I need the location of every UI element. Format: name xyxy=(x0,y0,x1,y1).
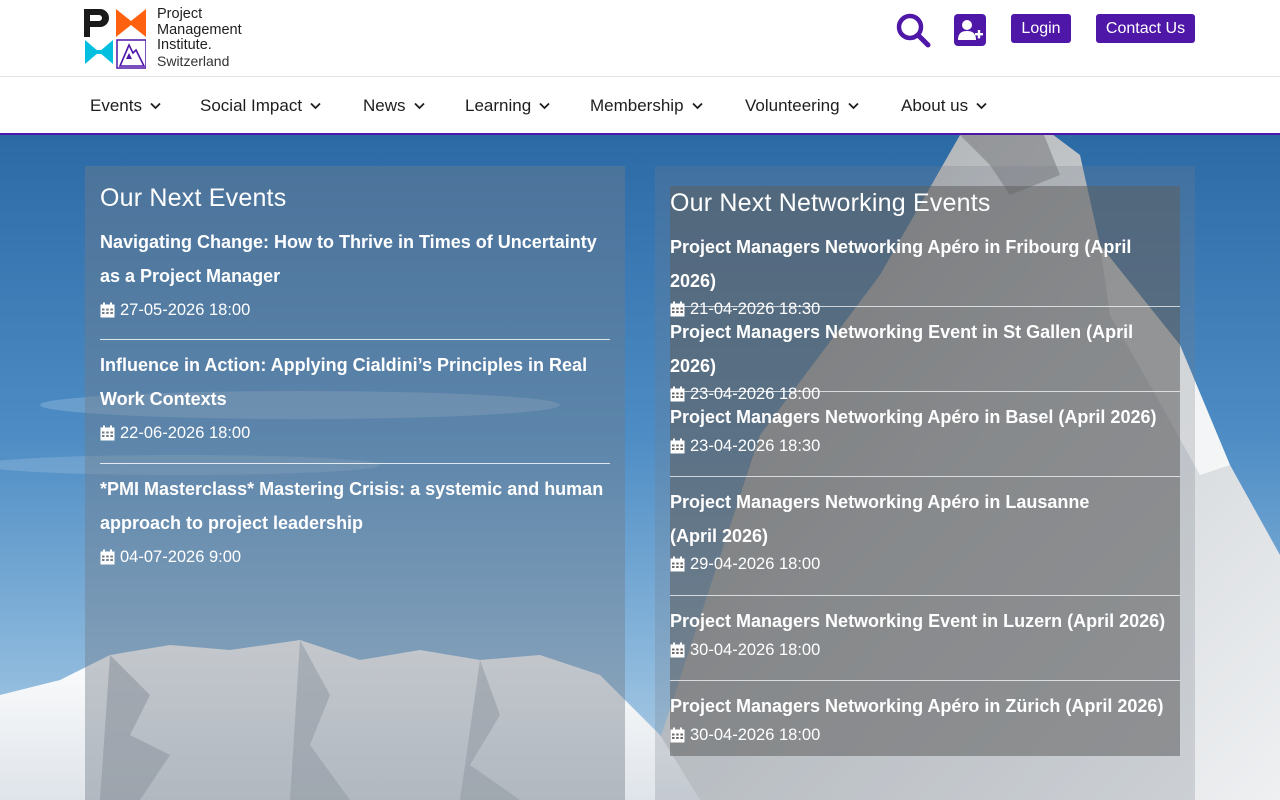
event-date: 27-05-2026 18:00 xyxy=(100,299,610,321)
main-navigation: Events Social Impact News Learning Membe… xyxy=(0,77,1280,135)
calendar-icon xyxy=(670,301,685,317)
pmi-logo-icon xyxy=(84,9,146,69)
chevron-down-icon xyxy=(976,102,987,110)
divider xyxy=(100,339,610,340)
calendar-icon xyxy=(670,727,685,742)
nav-item-volunteering[interactable]: Volunteering xyxy=(745,95,859,117)
event-title-link[interactable]: Influence in Action: Applying Cialdini’s… xyxy=(100,349,610,416)
calendar-icon xyxy=(100,425,115,441)
nav-item-social-impact[interactable]: Social Impact xyxy=(200,95,321,117)
networking-event-title-link[interactable]: Project Managers Networking Apéro in Bas… xyxy=(670,401,1180,435)
divider xyxy=(670,680,1180,681)
divider xyxy=(670,391,1180,392)
divider xyxy=(670,476,1180,477)
networking-event-title-link[interactable]: Project Managers Networking Apéro in Fri… xyxy=(670,231,1180,298)
event-date-text: 27-05-2026 18:00 xyxy=(120,301,251,319)
event-date: 29-04-2026 18:00 xyxy=(670,553,1180,575)
next-events-title: Our Next Events xyxy=(100,184,287,212)
nav-item-label: Membership xyxy=(590,96,684,115)
event-date-text: 23-04-2026 18:30 xyxy=(690,436,821,455)
event-date-text: 30-04-2026 18:00 xyxy=(690,640,821,659)
calendar-icon xyxy=(670,556,685,572)
networking-event-item: Project Managers Networking Apéro in Bas… xyxy=(670,401,1180,457)
networking-event-title-link[interactable]: Project Managers Networking Apéro in Zür… xyxy=(670,690,1180,724)
user-plus-icon xyxy=(958,20,983,40)
event-title-link[interactable]: Navigating Change: How to Thrive in Time… xyxy=(100,226,610,293)
event-date-text: 22-06-2026 18:00 xyxy=(120,424,251,442)
networking-event-item: Project Managers Networking Apéro in Zür… xyxy=(670,690,1180,746)
event-date: 04-07-2026 9:00 xyxy=(100,546,610,568)
networking-event-title-link[interactable]: Project Managers Networking Event in Luz… xyxy=(670,605,1180,639)
divider xyxy=(100,463,610,464)
calendar-icon xyxy=(670,642,685,657)
nav-item-label: Learning xyxy=(465,96,532,115)
event-item: Navigating Change: How to Thrive in Time… xyxy=(100,226,610,321)
divider xyxy=(670,306,1180,307)
search-icon[interactable] xyxy=(895,12,931,48)
logo-line-2: Management xyxy=(157,21,242,38)
chevron-down-icon xyxy=(310,102,321,110)
calendar-icon xyxy=(100,549,115,565)
pmi-switzerland-logo[interactable]: Project Management Institute. Switzerlan… xyxy=(84,6,264,69)
networking-event-title-link[interactable]: Project Managers Networking Apéro in Lau… xyxy=(670,486,1140,553)
event-date: 23-04-2026 18:30 xyxy=(670,435,1180,457)
chevron-down-icon xyxy=(539,102,550,110)
event-item: Influence in Action: Applying Cialdini’s… xyxy=(100,349,610,444)
logo-line-1: Project xyxy=(157,6,203,22)
site-header: Project Management Institute. Switzerlan… xyxy=(0,0,1280,77)
chevron-down-icon xyxy=(847,102,859,110)
event-title-link[interactable]: *PMI Masterclass* Mastering Crisis: a sy… xyxy=(100,473,610,540)
nav-item-label: About us xyxy=(901,96,969,115)
logo-line-3: Institute. xyxy=(157,37,212,53)
event-date: 30-04-2026 18:00 xyxy=(670,639,1180,661)
networking-event-title-link[interactable]: Project Managers Networking Event in St … xyxy=(670,316,1180,383)
nav-item-label: News xyxy=(363,96,406,115)
event-item: *PMI Masterclass* Mastering Crisis: a sy… xyxy=(100,473,610,568)
calendar-icon xyxy=(670,386,685,402)
logo-country: Switzerland xyxy=(157,52,230,69)
event-date: 30-04-2026 18:00 xyxy=(670,724,1180,746)
networking-event-item: Project Managers Networking Event in Luz… xyxy=(670,605,1180,661)
networking-events-panel: Our Next Networking Events Project Manag… xyxy=(655,166,1195,800)
nav-item-news[interactable]: News xyxy=(363,95,425,117)
logo-wordmark: Project Management Institute. Switzerlan… xyxy=(157,6,242,69)
nav-item-label: Social Impact xyxy=(200,96,303,115)
next-events-panel: Our Next Events Navigating Change: How t… xyxy=(85,166,625,800)
nav-item-membership[interactable]: Membership xyxy=(590,95,703,117)
event-date: 22-06-2026 18:00 xyxy=(100,422,610,444)
chevron-down-icon xyxy=(691,102,703,110)
divider xyxy=(670,595,1180,596)
chevron-down-icon xyxy=(150,102,161,110)
calendar-icon xyxy=(100,302,115,318)
nav-item-about-us[interactable]: About us xyxy=(901,95,987,117)
networking-event-item: Project Managers Networking Apéro in Lau… xyxy=(670,486,1180,575)
hero-section: Our Next Events Navigating Change: How t… xyxy=(0,135,1280,800)
login-button[interactable]: Login xyxy=(1011,14,1071,43)
event-date-text: 29-04-2026 18:00 xyxy=(690,555,821,573)
nav-item-label: Volunteering xyxy=(745,96,840,115)
networking-events-title: Our Next Networking Events xyxy=(670,189,991,217)
nav-item-learning[interactable]: Learning xyxy=(465,95,550,117)
chevron-down-icon xyxy=(413,102,425,110)
contact-us-button[interactable]: Contact Us xyxy=(1096,14,1195,43)
event-date-text: 04-07-2026 9:00 xyxy=(120,548,242,566)
calendar-icon xyxy=(670,438,685,453)
nav-item-events[interactable]: Events xyxy=(90,95,161,117)
networking-events-list: Our Next Networking Events Project Manag… xyxy=(670,186,1180,756)
event-date-text: 30-04-2026 18:00 xyxy=(690,725,821,744)
nav-item-label: Events xyxy=(90,96,142,115)
join-button[interactable] xyxy=(954,14,986,46)
